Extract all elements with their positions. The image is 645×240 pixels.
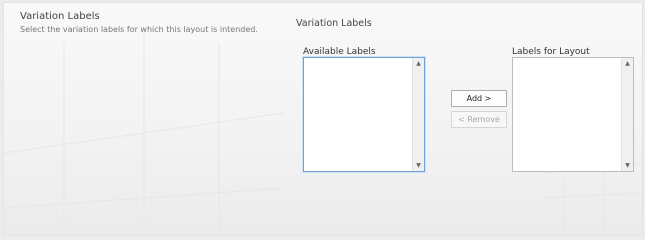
labels-for-layout-listbox[interactable]: ▲ ▼: [512, 57, 634, 172]
remove-button[interactable]: < Remove: [451, 111, 507, 128]
section-description: Select the variation labels for which th…: [20, 25, 258, 34]
chevron-down-icon[interactable]: ▼: [413, 160, 424, 171]
chevron-down-icon[interactable]: ▼: [622, 160, 633, 171]
available-labels-scrollbar[interactable]: ▲ ▼: [412, 58, 424, 171]
labels-for-layout-caption: Labels for Layout: [512, 47, 590, 57]
variation-labels-field-label: Variation Labels: [296, 18, 372, 29]
page-panel: Variation Labels Select the variation la…: [3, 2, 643, 236]
chevron-up-icon[interactable]: ▲: [413, 58, 424, 69]
labels-for-layout-scrollbar[interactable]: ▲ ▼: [621, 58, 633, 171]
available-labels-caption: Available Labels: [303, 47, 376, 57]
add-button[interactable]: Add >: [451, 90, 507, 107]
section-title: Variation Labels: [20, 11, 100, 22]
chevron-up-icon[interactable]: ▲: [622, 58, 633, 69]
available-labels-listbox[interactable]: ▲ ▼: [303, 57, 425, 172]
